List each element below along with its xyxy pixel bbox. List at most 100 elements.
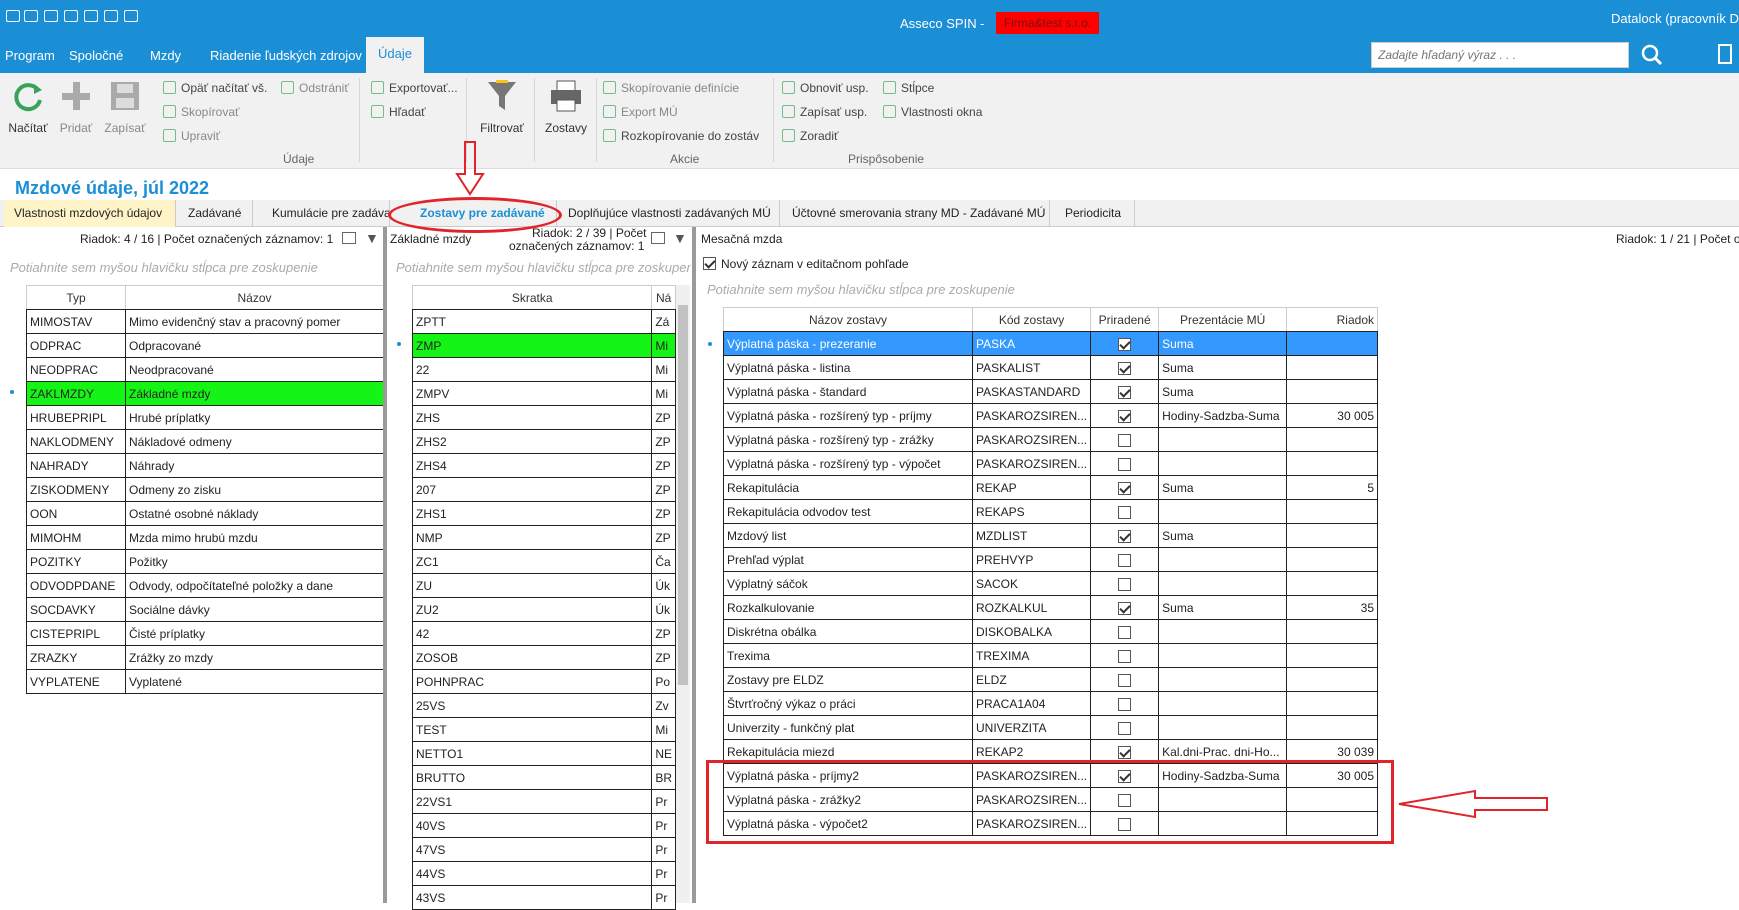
table-row[interactable]: 43VS Pr <box>411 885 676 910</box>
menu-mzdy[interactable]: Mzdy <box>150 48 181 63</box>
priradene-checkbox[interactable] <box>1118 457 1132 471</box>
mail-icon[interactable] <box>64 10 78 22</box>
tab-zadavane[interactable]: Zadávané <box>178 200 253 227</box>
table-row[interactable]: ZMPV Mi <box>411 381 676 406</box>
col-header-skratka[interactable]: Skratka <box>411 285 653 310</box>
table-row[interactable]: 47VS Pr <box>411 837 676 862</box>
priradene-checkbox[interactable] <box>1118 673 1132 687</box>
cell-priradene[interactable] <box>1090 667 1160 692</box>
table-row[interactable]: Zostavy pre ELDZ ELDZ <box>723 667 1378 692</box>
table-row[interactable]: Trexima TREXIMA <box>723 643 1378 668</box>
table-row[interactable]: MIMOSTAV Mimo evidenčný stav a pracovný p… <box>26 309 384 334</box>
filter-button[interactable]: Filtrovať <box>474 78 530 135</box>
priradene-checkbox[interactable] <box>1118 505 1132 519</box>
table-row[interactable]: 22VS1 Pr <box>411 789 676 814</box>
table-row[interactable]: VYPLATENE Vyplatené <box>26 669 384 694</box>
print-icon[interactable] <box>84 10 98 22</box>
table-row[interactable]: Výplatná páska - prezeranie PASKA Suma <box>723 331 1378 356</box>
save-button[interactable]: Zapísať <box>102 78 148 135</box>
add-button[interactable]: Pridať <box>56 78 96 135</box>
table-row[interactable]: Rekapitulácia REKAP Suma 5 <box>723 475 1378 500</box>
table-row[interactable]: 44VS Pr <box>411 861 676 886</box>
excel-icon[interactable] <box>24 10 38 22</box>
export-button[interactable]: Exportovať... <box>371 81 458 95</box>
table-row[interactable]: 25VS Zv <box>411 693 676 718</box>
table-row[interactable]: ZHS1 ZP <box>411 501 676 526</box>
cell-priradene[interactable] <box>1090 403 1160 428</box>
table-row[interactable]: Univerzity - funkčný plat UNIVERZITA <box>723 715 1378 740</box>
menu-riadenie[interactable]: Riadenie ľudských zdrojov <box>210 48 362 63</box>
cell-priradene[interactable] <box>1090 643 1160 668</box>
table-row[interactable]: ODVODPDANE Odvody, odpočítateľné položky … <box>26 573 384 598</box>
priradene-checkbox[interactable] <box>1118 529 1132 543</box>
table-row[interactable]: Výplatná páska - rozšírený typ - príjmy P… <box>723 403 1378 428</box>
table-row[interactable]: Štvrťročný výkaz o práci PRACA1A04 <box>723 691 1378 716</box>
tab-kumulacie[interactable]: Kumulácie pre zadávané <box>262 200 390 227</box>
table-row[interactable]: SOCDAVKY Sociálne dávky <box>26 597 384 622</box>
table-row[interactable]: ZPTT Zá <box>411 309 676 334</box>
table-row[interactable]: Výplatný sáčok SACOK <box>723 571 1378 596</box>
table-row[interactable]: ZC1 Ča <box>411 549 676 574</box>
col-header-na[interactable]: Ná <box>651 285 676 310</box>
table-row[interactable]: ODPRAC Odpracované <box>26 333 384 358</box>
table-row[interactable]: MIMOHM Mzda mimo hrubú mzdu <box>26 525 384 550</box>
word-icon[interactable] <box>44 10 58 22</box>
cell-priradene[interactable] <box>1090 571 1160 596</box>
priradene-checkbox[interactable] <box>1118 433 1132 447</box>
priradene-checkbox[interactable] <box>1118 481 1132 495</box>
table-row[interactable]: Diskrétna obálka DISKOBALKA <box>723 619 1378 644</box>
tab-periodicita[interactable]: Periodicita <box>1055 200 1135 227</box>
copy-definition-button[interactable]: Skopírovanie definície <box>603 81 739 95</box>
priradene-checkbox[interactable] <box>1118 601 1132 615</box>
table-row[interactable]: Výplatná páska - štandard PASKASTANDARD Su… <box>723 379 1378 404</box>
table-row[interactable]: BRUTTO BR <box>411 765 676 790</box>
menu-spolocne[interactable]: Spoločné <box>69 48 123 63</box>
cell-priradene[interactable] <box>1090 595 1160 620</box>
priradene-checkbox[interactable] <box>1118 337 1132 351</box>
priradene-checkbox[interactable] <box>1118 553 1132 567</box>
table-row[interactable]: OON Ostatné osobné náklady <box>26 501 384 526</box>
menu-udaje[interactable]: Údaje <box>366 37 424 74</box>
scrollbar-thumb[interactable] <box>678 305 688 685</box>
table-row[interactable]: Výplatná páska - rozšírený typ - zrážky P… <box>723 427 1378 452</box>
table-row[interactable]: ZMP Mi <box>411 333 676 358</box>
cell-priradene[interactable] <box>1090 547 1160 572</box>
remove-button[interactable]: Odstrániť <box>281 81 349 95</box>
table-row[interactable]: NAKLODMENY Nákladové odmeny <box>26 429 384 454</box>
table-row[interactable]: 42 ZP <box>411 621 676 646</box>
filter-icon[interactable]: ▼ <box>365 230 379 246</box>
table-row[interactable]: Mzdový list MZDLIST Suma <box>723 523 1378 548</box>
cell-priradene[interactable] <box>1090 523 1160 548</box>
tab-doplnujuce[interactable]: Doplňujúce vlastnosti zadávaných MÚ <box>558 200 780 227</box>
table-row[interactable]: ZISKODMENY Odmeny zo zisku <box>26 477 384 502</box>
table-row[interactable]: ZU2 Úk <box>411 597 676 622</box>
table-row[interactable]: NEODPRAC Neodpracované <box>26 357 384 382</box>
search-input[interactable] <box>1371 42 1629 68</box>
table-row[interactable]: ZHS2 ZP <box>411 429 676 454</box>
reload-all-button[interactable]: Opäť načítať vš. <box>163 81 267 95</box>
table-row[interactable]: ZHS ZP <box>411 405 676 430</box>
cell-priradene[interactable] <box>1090 451 1160 476</box>
table-row[interactable]: ZAKLMZDY Základné mzdy <box>26 381 384 406</box>
col-header-kod-zostavy[interactable]: Kód zostavy <box>971 307 1092 332</box>
table-row[interactable]: Výplatná páska - listina PASKALIST Suma <box>723 355 1378 380</box>
priradene-checkbox[interactable] <box>1118 649 1132 663</box>
copy-to-reports-button[interactable]: Rozkopírovanie do zostáv <box>603 129 759 143</box>
edit-button[interactable]: Upraviť <box>163 129 220 143</box>
cell-priradene[interactable] <box>1090 499 1160 524</box>
table-row[interactable]: Výplatná páska - rozšírený typ - výpočet… <box>723 451 1378 476</box>
priradene-checkbox[interactable] <box>1118 385 1132 399</box>
select-icon[interactable] <box>342 232 356 244</box>
priradene-checkbox[interactable] <box>1118 577 1132 591</box>
col-header-typ[interactable]: Typ <box>26 285 126 310</box>
table-row[interactable]: POZITKY Požitky <box>26 549 384 574</box>
tab-vlastnosti[interactable]: Vlastnosti mzdových údajov <box>4 200 176 227</box>
sort-button[interactable]: Zoradiť <box>782 129 839 143</box>
cell-priradene[interactable] <box>1090 331 1160 356</box>
export-mu-button[interactable]: Export MÚ <box>603 105 678 119</box>
reports-button[interactable]: Zostavy <box>540 78 592 135</box>
splitter[interactable] <box>383 227 387 903</box>
columns-button[interactable]: Stĺpce <box>883 81 934 95</box>
select-icon[interactable] <box>651 232 665 244</box>
search-button[interactable] <box>1632 40 1672 70</box>
